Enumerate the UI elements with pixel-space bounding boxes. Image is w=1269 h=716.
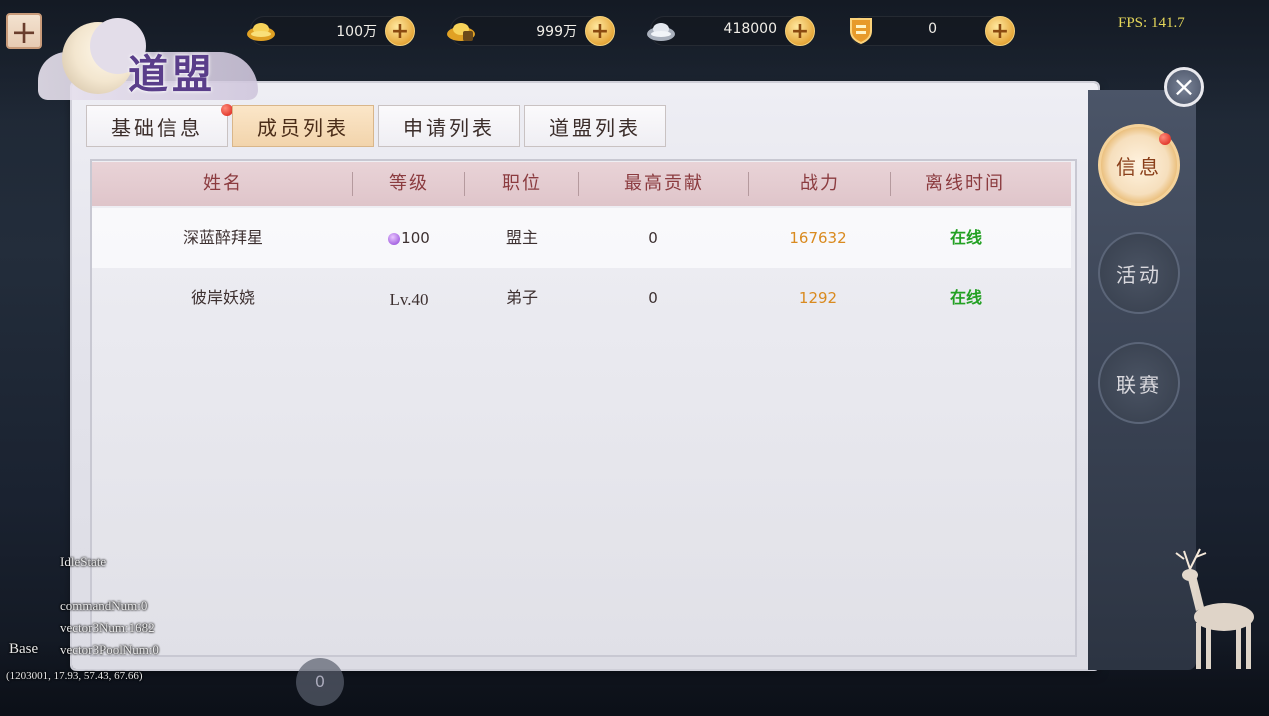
tab-alliance-list[interactable]: 道盟列表 — [524, 105, 666, 147]
gold-ingot-icon — [247, 23, 275, 41]
tab-label: 道盟列表 — [549, 115, 641, 140]
column-divider — [352, 172, 353, 196]
debug-command-num: commandNum:0 — [60, 598, 148, 613]
member-status: 在线 — [949, 288, 982, 307]
side-tab-label: 信息 — [1116, 154, 1162, 179]
purple-level-icon — [388, 232, 401, 245]
member-contribution: 0 — [648, 229, 658, 247]
column-divider — [464, 172, 465, 196]
column-header-power: 战力 — [800, 173, 840, 194]
member-name: 彼岸妖娆 — [190, 288, 255, 307]
add-gold-button[interactable]: + — [385, 16, 415, 46]
table-header: 姓名 等级 职位 最高贡献 战力 离线时间 — [92, 162, 1071, 206]
member-level: Lv.40 — [389, 290, 429, 309]
tab-member-list[interactable]: 成员列表 — [232, 105, 374, 147]
member-status: 在线 — [949, 228, 982, 247]
tab-label: 基础信息 — [111, 115, 203, 140]
tab-label: 申请列表 — [403, 115, 495, 140]
member-power: 1292 — [798, 289, 838, 307]
side-tab-league[interactable]: 联赛 — [1098, 342, 1180, 424]
member-position: 盟主 — [505, 228, 538, 247]
column-header-level: 等级 — [389, 173, 429, 194]
currency-bound-gold-value: 999万 — [536, 24, 577, 40]
tab-bar: 基础信息 成员列表 申请列表 道盟列表 — [86, 104, 666, 147]
shield-token-icon — [850, 18, 872, 45]
column-header-position: 职位 — [502, 173, 542, 194]
side-tab-label: 联赛 — [1116, 372, 1162, 397]
bottom-counter-button[interactable]: 0 — [296, 658, 344, 706]
debug-coordinates: (1203001, 17.93, 57.43, 67.66) — [6, 670, 143, 682]
column-divider — [748, 172, 749, 196]
silver-ingot-icon — [647, 23, 675, 41]
side-tab-activity[interactable]: 活动 — [1098, 232, 1180, 314]
add-silver-button[interactable]: + — [785, 16, 815, 46]
close-button[interactable]: × — [1164, 67, 1204, 107]
column-header-name: 姓名 — [203, 173, 243, 194]
currency-gold-value: 100万 — [336, 24, 377, 40]
table-row[interactable]: 彼岸妖娆 Lv.40 弟子 0 1292 在线 — [92, 268, 1071, 328]
member-name: 深蓝醉拜星 — [182, 228, 263, 247]
column-divider — [578, 172, 579, 196]
column-header-contribution: 最高贡献 — [624, 173, 704, 194]
member-contribution: 0 — [648, 289, 658, 307]
column-header-offline-time: 离线时间 — [925, 173, 1005, 194]
currency-gold: 100万 + — [247, 16, 415, 46]
debug-base-label: Base — [9, 641, 39, 657]
tab-basic-info[interactable]: 基础信息 — [86, 104, 233, 147]
deer-decoration — [1175, 548, 1254, 669]
debug-vector3-num: vector3Num:1682 — [60, 620, 155, 635]
currency-token-value: 0 — [928, 21, 937, 37]
currency-bound-gold: 999万 + — [447, 16, 615, 46]
tab-application-list[interactable]: 申请列表 — [378, 105, 520, 147]
add-token-button[interactable]: + — [985, 16, 1015, 46]
panel-title: 道盟 — [128, 51, 216, 98]
debug-state: IdleState — [60, 554, 107, 569]
tab-label: 成员列表 — [257, 115, 349, 140]
fps-counter: FPS: 141.7 — [1118, 15, 1185, 31]
member-level: 100 — [354, 208, 464, 268]
member-position: 弟子 — [505, 288, 538, 307]
notification-dot — [1159, 133, 1171, 145]
side-tab-info[interactable]: 信息 — [1098, 124, 1180, 206]
member-power: 167632 — [789, 229, 847, 247]
currency-token: 0 + — [850, 16, 1015, 46]
side-tab-label: 活动 — [1116, 262, 1162, 287]
add-bound-gold-button[interactable]: + — [585, 16, 615, 46]
column-divider — [890, 172, 891, 196]
currency-silver: 418000 + — [647, 16, 815, 46]
expand-menu-button[interactable]: + — [6, 13, 42, 49]
member-level-value: 100 — [401, 229, 430, 247]
bound-gold-ingot-icon — [447, 23, 475, 41]
debug-vector3pool-num: vector3PoolNum:0 — [60, 642, 159, 657]
table-row[interactable]: 深蓝醉拜星 100 盟主 0 167632 在线 — [92, 208, 1071, 268]
currency-silver-value: 418000 — [723, 21, 777, 37]
